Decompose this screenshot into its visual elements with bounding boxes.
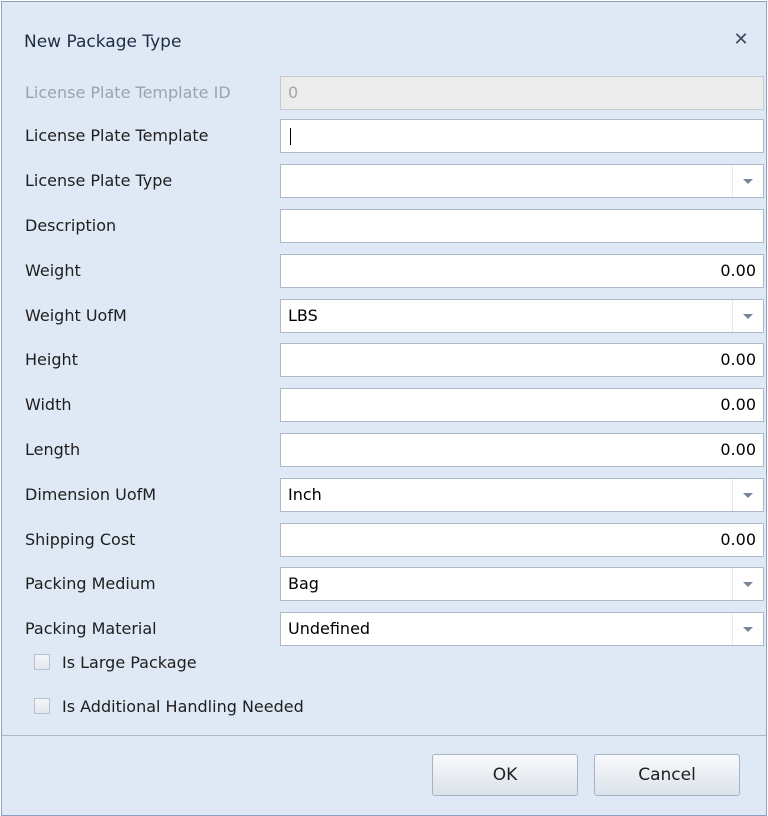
- checkbox-icon[interactable]: [34, 654, 50, 670]
- weight-uofm-value: LBS: [288, 306, 318, 325]
- weight-value: 0.00: [720, 261, 756, 280]
- license-plate-type-select[interactable]: [280, 164, 764, 198]
- chevron-down-icon: [743, 626, 753, 632]
- checkbox-icon[interactable]: [34, 698, 50, 714]
- row-weight-uofm: Weight UofM LBS: [2, 296, 766, 336]
- chevron-down-icon: [743, 313, 753, 319]
- license-plate-template-label: License Plate Template: [25, 126, 209, 145]
- length-label: Length: [25, 440, 81, 459]
- weight-uofm-label: Weight UofM: [25, 306, 127, 325]
- height-input[interactable]: 0.00: [280, 343, 764, 377]
- title-bar: New Package Type ✕: [2, 2, 766, 66]
- row-shipping-cost: Shipping Cost 0.00: [2, 520, 766, 560]
- packing-material-select[interactable]: Undefined: [280, 612, 764, 646]
- chevron-down-icon: [743, 178, 753, 184]
- description-label: Description: [25, 216, 117, 235]
- packing-medium-select[interactable]: Bag: [280, 567, 764, 601]
- footer-divider: [2, 735, 766, 736]
- dimension-uofm-dropdown-button[interactable]: [732, 479, 763, 511]
- weight-label: Weight: [25, 261, 81, 280]
- row-license-plate-type: License Plate Type: [2, 161, 766, 201]
- row-license-plate-template: License Plate Template: [2, 116, 766, 156]
- row-weight: Weight 0.00: [2, 251, 766, 291]
- is-additional-handling-needed-label: Is Additional Handling Needed: [62, 697, 304, 716]
- chevron-down-icon: [743, 492, 753, 498]
- weight-input[interactable]: 0.00: [280, 254, 764, 288]
- license-plate-type-dropdown-button[interactable]: [732, 165, 763, 197]
- row-license-plate-template-id: License Plate Template ID 0: [2, 73, 766, 113]
- shipping-cost-input[interactable]: 0.00: [280, 523, 764, 557]
- license-plate-template-id-label: License Plate Template ID: [25, 83, 231, 102]
- row-dimension-uofm: Dimension UofM Inch: [2, 475, 766, 515]
- width-label: Width: [25, 395, 72, 414]
- license-plate-template-id-value: 0: [288, 83, 299, 102]
- license-plate-type-label: License Plate Type: [25, 171, 173, 190]
- dialog-title: New Package Type: [24, 32, 182, 52]
- width-input[interactable]: 0.00: [280, 388, 764, 422]
- dimension-uofm-select[interactable]: Inch: [280, 478, 764, 512]
- row-packing-medium: Packing Medium Bag: [2, 564, 766, 604]
- is-large-package-label: Is Large Package: [62, 653, 197, 672]
- row-description: Description: [2, 206, 766, 246]
- height-label: Height: [25, 350, 78, 369]
- packing-medium-value: Bag: [288, 574, 319, 593]
- dimension-uofm-label: Dimension UofM: [25, 485, 157, 504]
- weight-uofm-select[interactable]: LBS: [280, 299, 764, 333]
- text-cursor: [290, 128, 291, 145]
- ok-button[interactable]: OK: [432, 754, 578, 796]
- license-plate-template-input[interactable]: [280, 119, 764, 153]
- packing-material-value: Undefined: [288, 619, 371, 638]
- packing-material-label: Packing Material: [25, 619, 157, 638]
- weight-uofm-dropdown-button[interactable]: [732, 300, 763, 332]
- cancel-button[interactable]: Cancel: [594, 754, 740, 796]
- license-plate-template-id-field: 0: [280, 76, 764, 110]
- dimension-uofm-value: Inch: [288, 485, 322, 504]
- packing-medium-label: Packing Medium: [25, 574, 156, 593]
- length-value: 0.00: [720, 440, 756, 459]
- close-icon[interactable]: ✕: [730, 29, 752, 51]
- row-length: Length 0.00: [2, 430, 766, 470]
- description-input[interactable]: [280, 209, 764, 243]
- height-value: 0.00: [720, 350, 756, 369]
- packing-material-dropdown-button[interactable]: [732, 613, 763, 645]
- width-value: 0.00: [720, 395, 756, 414]
- length-input[interactable]: 0.00: [280, 433, 764, 467]
- row-packing-material: Packing Material Undefined: [2, 609, 766, 649]
- packing-medium-dropdown-button[interactable]: [732, 568, 763, 600]
- shipping-cost-value: 0.00: [720, 530, 756, 549]
- new-package-type-dialog: New Package Type ✕ License Plate Templat…: [1, 1, 767, 816]
- row-height: Height 0.00: [2, 340, 766, 380]
- row-width: Width 0.00: [2, 385, 766, 425]
- chevron-down-icon: [743, 581, 753, 587]
- shipping-cost-label: Shipping Cost: [25, 530, 136, 549]
